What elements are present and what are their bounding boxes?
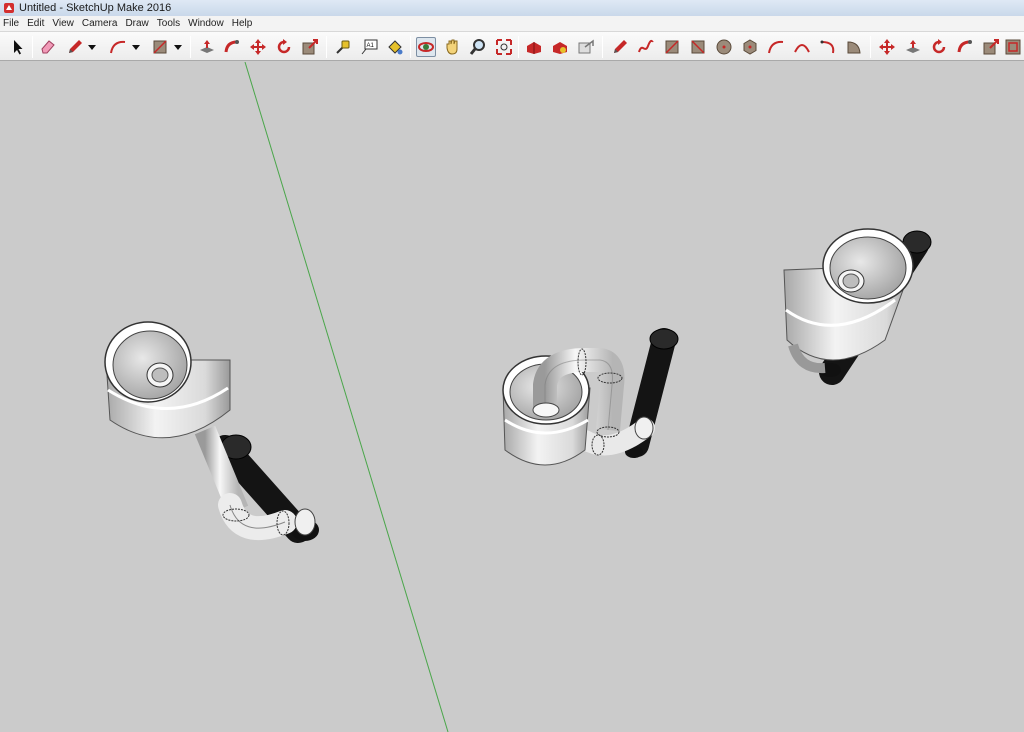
green-axis-line xyxy=(244,62,449,732)
line-dropdown[interactable] xyxy=(86,37,98,57)
follow-me-edit-tool[interactable] xyxy=(955,37,975,57)
text-icon: A1 xyxy=(361,39,378,55)
push-pull-icon xyxy=(200,40,214,53)
zoom-extents-tool[interactable] xyxy=(494,37,514,57)
move-icon xyxy=(250,39,266,55)
menu-help[interactable]: Help xyxy=(229,18,258,29)
paint-bucket-tool[interactable] xyxy=(385,37,405,57)
circle-tool[interactable] xyxy=(714,37,734,57)
scale-edit-tool[interactable] xyxy=(981,37,1001,57)
dropdown-arrow-icon xyxy=(174,45,182,50)
3d-model-viewport[interactable] xyxy=(0,62,1024,732)
rectangle-icon xyxy=(153,40,167,54)
arc-tool[interactable] xyxy=(108,37,128,57)
zoom-extents-icon xyxy=(496,39,512,55)
main-toolbar: A1 xyxy=(0,31,1024,61)
eraser-icon xyxy=(41,40,55,54)
polygon-icon xyxy=(743,39,757,55)
arc-icon xyxy=(768,40,784,54)
push-pull-icon xyxy=(906,40,920,53)
move-icon xyxy=(879,39,895,55)
rectangle-tool[interactable] xyxy=(150,37,170,57)
title-bar: Untitled - SketchUp Make 2016 xyxy=(0,0,1024,16)
arc-draw-tool[interactable] xyxy=(766,37,786,57)
line-draw-tool[interactable] xyxy=(610,37,630,57)
pie-tool[interactable] xyxy=(844,37,864,57)
menu-camera[interactable]: Camera xyxy=(79,18,123,29)
two-point-arc-icon xyxy=(794,44,810,53)
two-point-arc-tool[interactable] xyxy=(792,37,812,57)
follow-me-icon xyxy=(957,40,972,53)
tape-measure-icon xyxy=(336,40,350,54)
orbit-tool[interactable] xyxy=(416,37,436,57)
follow-me-tool[interactable] xyxy=(222,37,242,57)
tape-measure-tool[interactable] xyxy=(333,37,353,57)
menu-window[interactable]: Window xyxy=(185,18,229,29)
arc-icon xyxy=(110,40,126,54)
menu-view[interactable]: View xyxy=(49,18,79,29)
menu-file[interactable]: File xyxy=(0,18,24,29)
warehouse-icon xyxy=(527,42,541,54)
circle-icon xyxy=(716,39,732,55)
move-tool[interactable] xyxy=(248,37,268,57)
scale-tool[interactable] xyxy=(300,37,320,57)
share-model-icon xyxy=(578,39,594,54)
window-title: Untitled - SketchUp Make 2016 xyxy=(19,2,172,14)
menu-edit[interactable]: Edit xyxy=(24,18,49,29)
scale-icon xyxy=(302,39,318,55)
text-tool[interactable]: A1 xyxy=(359,37,379,57)
offset-tool[interactable] xyxy=(1003,37,1023,57)
freehand-icon xyxy=(638,39,654,53)
arc-dropdown[interactable] xyxy=(130,37,142,57)
rotated-rectangle-tool[interactable] xyxy=(688,37,708,57)
pan-hand-icon xyxy=(446,39,458,55)
rectangle-draw-tool[interactable] xyxy=(662,37,682,57)
pie-icon xyxy=(847,41,861,54)
follow-me-icon xyxy=(224,40,239,53)
offset-icon xyxy=(1005,39,1021,55)
select-arrow-icon xyxy=(14,40,23,55)
paint-bucket-icon xyxy=(388,40,403,55)
sketchup-logo-icon xyxy=(4,3,14,13)
push-pull-edit-tool[interactable] xyxy=(903,37,923,57)
left-pipe-assembly[interactable] xyxy=(104,321,319,543)
three-point-arc-tool[interactable] xyxy=(818,37,838,57)
orbit-icon xyxy=(418,42,434,52)
zoom-icon xyxy=(469,39,485,55)
polygon-tool[interactable] xyxy=(740,37,760,57)
pencil-icon xyxy=(614,40,627,53)
model-canvas[interactable] xyxy=(0,62,1024,732)
middle-pipe-assembly[interactable] xyxy=(502,328,679,466)
share-model-button[interactable] xyxy=(576,37,596,57)
rotate-tool[interactable] xyxy=(274,37,294,57)
rectangle-icon xyxy=(665,40,679,54)
scale-icon xyxy=(983,39,999,55)
freehand-tool[interactable] xyxy=(636,37,656,57)
menu-draw[interactable]: Draw xyxy=(122,18,153,29)
line-tool[interactable] xyxy=(65,37,85,57)
three-point-arc-icon xyxy=(820,40,835,54)
right-pipe-assembly[interactable] xyxy=(783,228,932,385)
3d-warehouse-button[interactable] xyxy=(524,37,544,57)
extension-warehouse-button[interactable] xyxy=(550,37,570,57)
zoom-tool[interactable] xyxy=(468,37,488,57)
move-edit-tool[interactable] xyxy=(877,37,897,57)
extension-icon xyxy=(553,42,567,54)
select-tool[interactable] xyxy=(8,37,28,57)
menu-tools[interactable]: Tools xyxy=(154,18,185,29)
rotated-rectangle-icon xyxy=(691,40,705,54)
pencil-icon xyxy=(69,40,82,53)
pan-tool[interactable] xyxy=(442,37,462,57)
rotate-icon xyxy=(277,39,291,54)
rectangle-dropdown[interactable] xyxy=(172,37,184,57)
rotate-edit-tool[interactable] xyxy=(929,37,949,57)
svg-text:A1: A1 xyxy=(367,43,375,49)
dropdown-arrow-icon xyxy=(88,45,96,50)
rotate-icon xyxy=(932,39,946,54)
eraser-tool[interactable] xyxy=(38,37,58,57)
push-pull-tool[interactable] xyxy=(197,37,217,57)
menu-bar: File Edit View Camera Draw Tools Window … xyxy=(0,16,1024,31)
dropdown-arrow-icon xyxy=(132,45,140,50)
